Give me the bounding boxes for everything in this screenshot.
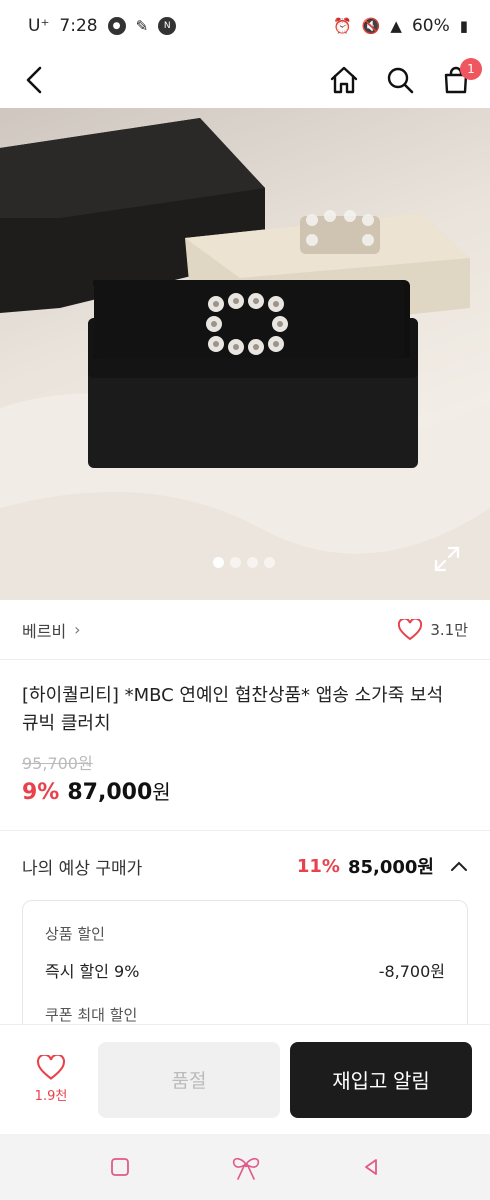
wish-count: 1.9천: [34, 1089, 68, 1104]
estimate-label: 나의 예상 구매가: [22, 858, 143, 879]
system-nav-bar: [0, 1134, 490, 1200]
product-image[interactable]: [0, 108, 490, 600]
bottom-action-bar: 1.9천 품절 재입고 알림: [0, 1024, 490, 1134]
soldout-button[interactable]: 품절: [98, 1041, 280, 1118]
gallery-dot[interactable]: [230, 557, 241, 568]
gallery-dot[interactable]: [264, 557, 275, 568]
estimate-price: 85,000원: [347, 857, 434, 878]
estimate-discount: 11%: [296, 855, 340, 877]
naver-notification-icon: N: [158, 17, 177, 35]
back-triangle-icon[interactable]: [361, 1157, 381, 1177]
sale-price: 87,000: [67, 780, 153, 805]
restock-alert-button[interactable]: 재입고 알림: [290, 1041, 472, 1118]
brand-like-button[interactable]: 3.1만: [398, 618, 468, 641]
back-button[interactable]: [18, 64, 50, 96]
home-icon: [330, 66, 358, 94]
heart-icon: [398, 618, 423, 640]
search-icon: [387, 67, 414, 94]
product-discount-heading: 상품 할인: [45, 925, 105, 943]
product-title: [하이퀄리티] *MBC 연예인 협찬상품* 앱송 소가죽 보석 큐빅 클러치: [22, 685, 444, 734]
brand-row[interactable]: 베르비 › 3.1만: [0, 600, 490, 660]
recent-apps-icon[interactable]: [109, 1156, 131, 1178]
chevron-right-icon: ›: [74, 620, 81, 639]
app-notification-icon: ✎: [135, 17, 149, 35]
gallery-dot[interactable]: [247, 557, 258, 568]
cart-count-badge: 1: [460, 58, 482, 80]
status-bar: U⁺ 7:28 ● ✎ N ⏰ 🔇 ▲ 60% ▮: [0, 0, 490, 52]
cart-button[interactable]: 1: [440, 58, 482, 96]
battery-icon: ▮: [459, 17, 468, 35]
battery-level: 60%: [411, 16, 450, 36]
home-button[interactable]: [328, 64, 360, 96]
mute-icon: 🔇: [361, 17, 381, 35]
coupon-discount-heading: 쿠폰 최대 할인: [45, 1006, 138, 1024]
carrier: U⁺: [28, 16, 50, 36]
brand-name[interactable]: 베르비: [22, 618, 66, 642]
instant-discount-line: 즉시 할인 9% -8,700원: [45, 958, 445, 982]
top-nav: 1: [0, 52, 490, 108]
product-photo: [0, 118, 490, 600]
instant-discount-label: 즉시 할인 9%: [45, 962, 140, 981]
expand-icon[interactable]: [432, 544, 462, 574]
alarm-icon: ⏰: [333, 17, 352, 35]
price-row: 9% 87,000원: [22, 776, 171, 805]
wish-button[interactable]: 1.9천: [12, 1055, 90, 1104]
instant-discount-value: -8,700원: [378, 962, 445, 981]
brand-like-count: 3.1만: [430, 621, 468, 639]
discount-rate: 9%: [22, 780, 60, 805]
signal-icon: ▲: [390, 17, 402, 35]
divider: [0, 830, 490, 831]
home-ribbon-icon[interactable]: [229, 1152, 263, 1182]
chevron-up-icon[interactable]: [450, 860, 468, 872]
estimate-row[interactable]: 나의 예상 구매가 11% 85,000원: [22, 848, 468, 884]
search-button[interactable]: [384, 64, 416, 96]
clock: 7:28: [59, 16, 98, 36]
currency-unit: 원: [152, 780, 171, 804]
talk-notification-icon: ●: [107, 17, 126, 35]
original-price: 95,700원: [22, 754, 93, 773]
gallery-indicator: [213, 557, 275, 568]
gallery-dot[interactable]: [213, 557, 224, 568]
back-arrow-icon: [26, 66, 42, 94]
heart-icon: [37, 1055, 65, 1080]
